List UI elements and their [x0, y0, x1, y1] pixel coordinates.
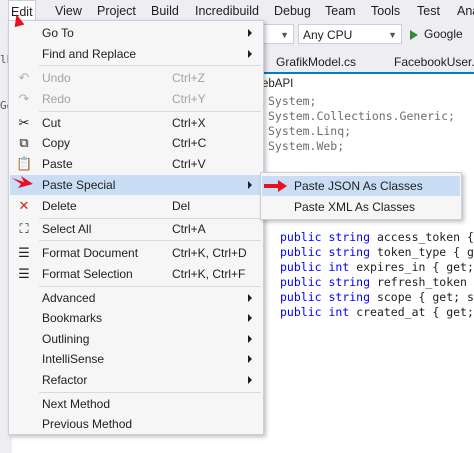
format-document-icon: ☰: [18, 245, 30, 260]
clipboard-icon: 📋: [16, 156, 33, 171]
menu-separator: [39, 286, 261, 287]
menu-item-redo[interactable]: ↷ Redo Ctrl+Y: [10, 89, 262, 109]
delete-x-icon: ✕: [18, 198, 30, 213]
menu-debug[interactable]: Debug: [272, 0, 313, 22]
submenu-arrow-icon: [248, 314, 252, 322]
chevron-down-icon: ▼: [388, 30, 397, 40]
menu-item-advanced[interactable]: Advanced: [10, 288, 262, 308]
code-line: public int expires_in { get;: [280, 260, 474, 274]
submenu-arrow-icon: [248, 335, 252, 343]
tab-grafikmodel[interactable]: GrafikModel.cs: [276, 52, 356, 72]
copy-icon: ⧉: [19, 135, 29, 150]
menu-item-format-document[interactable]: ☰ Format Document Ctrl+K, Ctrl+D: [10, 243, 262, 263]
menu-item-find-replace[interactable]: Find and Replace: [10, 44, 262, 64]
undo-icon: ↶: [18, 70, 30, 85]
menu-build[interactable]: Build: [149, 0, 181, 22]
menu-item-refactor[interactable]: Refactor: [10, 370, 262, 390]
edit-menu: Go To Find and Replace ↶ Undo Ctrl+Z ↷ Re…: [8, 20, 264, 435]
menu-separator: [39, 240, 261, 241]
redo-icon: ↷: [18, 91, 30, 106]
tab-facebookuser[interactable]: FacebookUser.c: [394, 52, 474, 72]
menu-item-bookmarks[interactable]: Bookmarks: [10, 308, 262, 328]
code-line: public string scope { get; se: [280, 290, 474, 304]
menu-incredibuild[interactable]: Incredibuild: [193, 0, 261, 22]
menu-item-paste-json-as-classes[interactable]: Paste JSON As Classes: [262, 176, 460, 196]
code-line: public string refresh_token {: [280, 275, 474, 289]
submenu-arrow-icon: [248, 294, 252, 302]
paste-special-submenu: Paste JSON As Classes Paste XML As Class…: [260, 172, 462, 220]
menu-analyze[interactable]: Ana: [455, 0, 474, 22]
namespace-path: ebAPI: [262, 78, 294, 90]
menu-item-paste-xml-as-classes[interactable]: Paste XML As Classes: [262, 197, 460, 217]
submenu-arrow-icon: [248, 50, 252, 58]
submenu-arrow-icon: [248, 181, 252, 189]
menu-item-cut[interactable]: ✂ Cut Ctrl+X: [10, 113, 262, 133]
menu-item-format-selection[interactable]: ☰ Format Selection Ctrl+K, Ctrl+F: [10, 264, 262, 284]
menu-view[interactable]: View: [53, 0, 84, 22]
menu-separator: [39, 65, 261, 66]
code-line: public string token_type { g: [280, 245, 474, 259]
submenu-arrow-icon: [248, 29, 252, 37]
menu-item-undo[interactable]: ↶ Undo Ctrl+Z: [10, 68, 262, 88]
menu-team[interactable]: Team: [323, 0, 358, 22]
menu-separator: [39, 111, 261, 112]
menu-item-paste-special[interactable]: Paste Special: [10, 175, 262, 195]
code-line: public int created_at { get;: [280, 305, 474, 319]
menu-item-intellisense[interactable]: IntelliSense: [10, 349, 262, 369]
menu-item-outlining[interactable]: Outlining: [10, 329, 262, 349]
using-line: System;: [268, 94, 317, 108]
using-line: System.Web;: [268, 139, 345, 153]
chevron-down-icon: ▼: [280, 30, 289, 40]
menu-item-delete[interactable]: ✕ Delete Del: [10, 196, 262, 216]
select-all-icon: ⛶: [19, 221, 29, 236]
submenu-arrow-icon: [248, 376, 252, 384]
format-selection-icon: ☰: [18, 266, 30, 281]
annotation-arrow-paste-special-icon: [12, 176, 33, 188]
menu-item-copy[interactable]: ⧉ Copy Ctrl+C: [10, 133, 262, 153]
menu-tools[interactable]: Tools: [369, 0, 402, 22]
menu-item-select-all[interactable]: ⛶ Select All Ctrl+A: [10, 219, 262, 239]
code-line: public string access_token {: [280, 230, 474, 244]
submenu-arrow-icon: [248, 355, 252, 363]
menu-item-previous-method[interactable]: Previous Method: [10, 414, 262, 434]
start-debug-button[interactable]: Google C: [410, 24, 474, 61]
using-line: System.Collections.Generic;: [268, 109, 455, 123]
menu-item-paste[interactable]: 📋 Paste Ctrl+V: [10, 154, 262, 174]
play-icon: [410, 29, 418, 40]
menu-project[interactable]: Project: [95, 0, 138, 22]
platform-combo[interactable]: Any CPU ▼: [298, 24, 402, 44]
annotation-arrow-submenu-icon: [264, 180, 287, 192]
platform-value: Any CPU: [303, 28, 353, 42]
menu-item-goto[interactable]: Go To: [10, 23, 262, 43]
using-line: System.Linq;: [268, 124, 352, 138]
scissors-icon: ✂: [18, 115, 30, 130]
menu-test[interactable]: Test: [415, 0, 442, 22]
menu-separator: [39, 392, 261, 393]
menu-item-next-method[interactable]: Next Method: [10, 394, 262, 414]
